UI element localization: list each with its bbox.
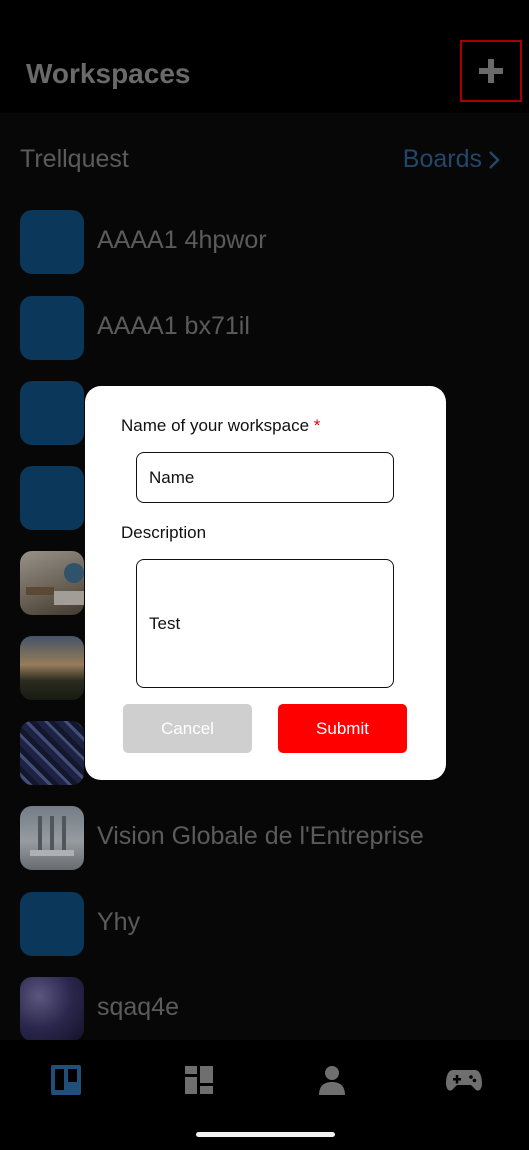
home-indicator[interactable] [196, 1132, 335, 1137]
nav-dashboard-tab[interactable] [179, 1060, 219, 1100]
description-value: Test [149, 613, 181, 633]
nav-boards-tab[interactable] [46, 1060, 86, 1100]
description-field[interactable]: Test [136, 559, 394, 688]
submit-button[interactable]: Submit [278, 704, 407, 753]
nav-profile-tab[interactable] [312, 1060, 352, 1100]
workspace-name-input[interactable]: Name [136, 452, 394, 503]
workspace-name-value: Name [149, 467, 195, 487]
required-marker: * [313, 416, 321, 435]
cancel-button[interactable]: Cancel [123, 704, 252, 753]
gamepad-icon [446, 1070, 482, 1091]
profile-icon [319, 1066, 345, 1095]
workspace-name-label: Name of your workspace * [121, 416, 321, 435]
dashboard-icon [185, 1066, 213, 1094]
nav-games-tab[interactable] [444, 1060, 484, 1100]
description-label: Description [121, 523, 207, 542]
create-workspace-dialog: Name of your workspace * Name Descriptio… [85, 386, 446, 780]
boards-icon [51, 1065, 81, 1095]
